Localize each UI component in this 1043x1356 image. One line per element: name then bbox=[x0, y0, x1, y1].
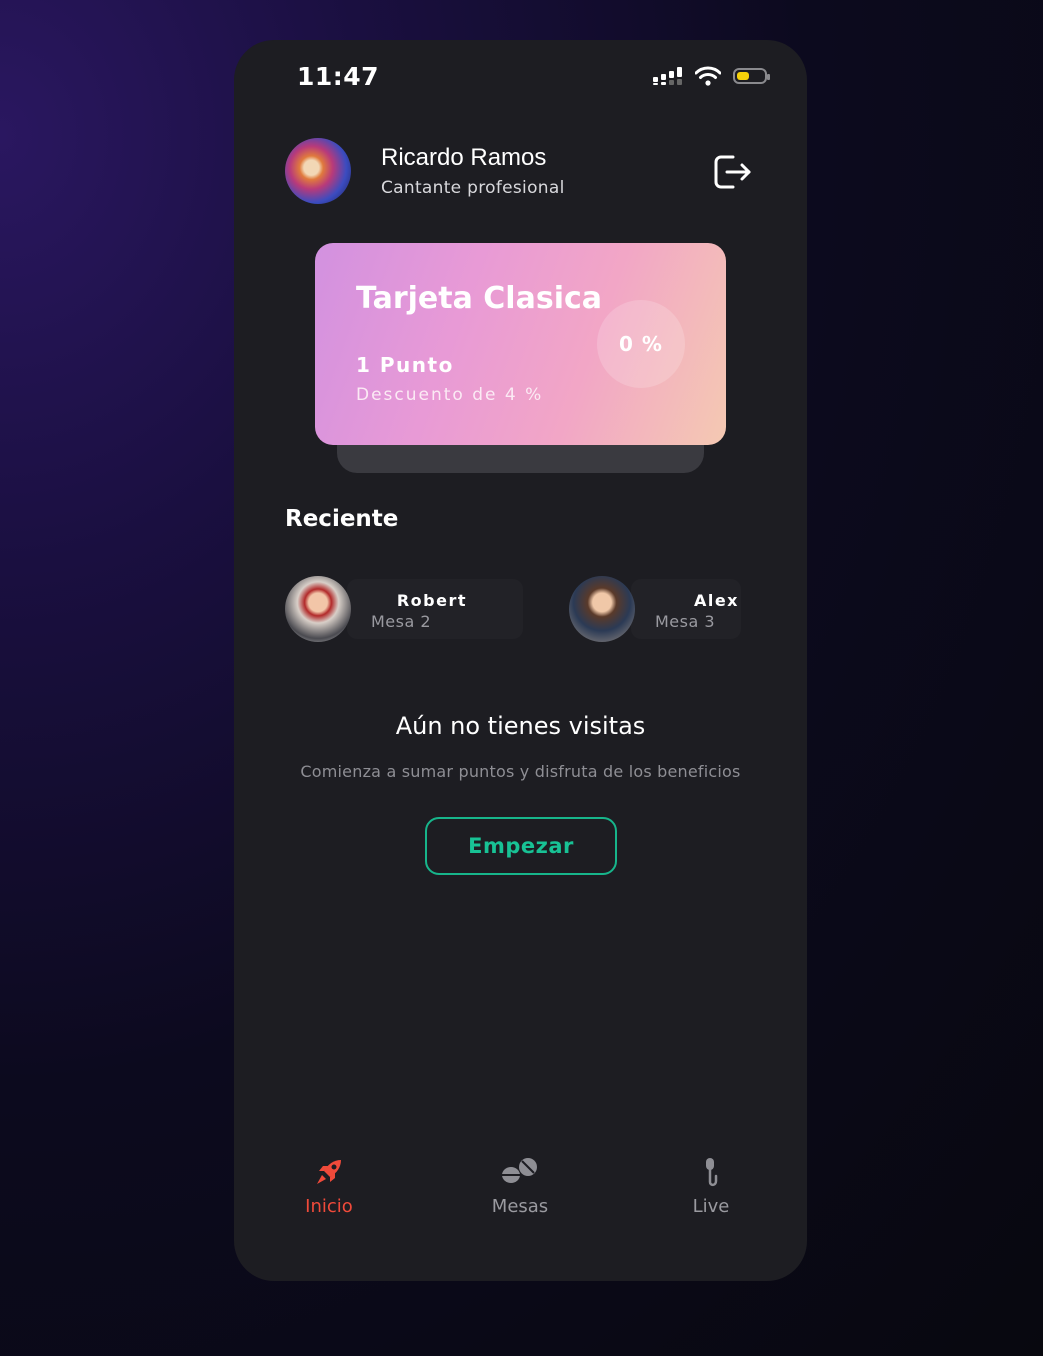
signal-icon bbox=[653, 67, 682, 85]
tab-inicio[interactable]: Inicio bbox=[269, 1156, 389, 1217]
avatar bbox=[285, 576, 351, 642]
phone-screen: 11:47 Ricardo Ramos Cantante profesional bbox=[234, 40, 807, 1281]
recent-title: Reciente bbox=[285, 506, 399, 532]
status-icons bbox=[653, 66, 770, 86]
recent-name: Robert bbox=[396, 591, 467, 610]
card-progress: 0 % bbox=[597, 300, 685, 388]
tab-mesas[interactable]: Mesas bbox=[460, 1156, 580, 1217]
status-time: 11:47 bbox=[297, 62, 380, 91]
avatar[interactable] bbox=[285, 138, 351, 204]
start-button[interactable]: Empezar bbox=[425, 817, 617, 875]
tab-label: Live bbox=[692, 1196, 730, 1217]
recent-item-robert[interactable]: Robert Mesa 2 bbox=[285, 576, 523, 642]
recent-item-alex[interactable]: Alex Mesa 3 bbox=[569, 576, 741, 642]
tab-live[interactable]: Live bbox=[651, 1156, 771, 1217]
loyalty-card[interactable]: Tarjeta Clasica 1 Punto Descuento de 4 %… bbox=[315, 243, 726, 445]
profile-header: Ricardo Ramos Cantante profesional bbox=[285, 138, 565, 204]
recent-name: Alex bbox=[693, 591, 739, 610]
logout-icon[interactable] bbox=[713, 154, 753, 190]
profile-role: Cantante profesional bbox=[381, 178, 565, 198]
empty-state-subtitle: Comienza a sumar puntos y disfruta de lo… bbox=[300, 762, 741, 781]
tab-label: Mesas bbox=[491, 1196, 549, 1217]
battery-icon bbox=[733, 68, 770, 84]
card-title: Tarjeta Clasica bbox=[356, 281, 603, 316]
rocket-icon bbox=[317, 1160, 341, 1184]
recent-table: Mesa 2 bbox=[371, 612, 432, 631]
tab-bar: Inicio Mesas Live bbox=[234, 1156, 807, 1226]
wifi-icon bbox=[695, 66, 721, 86]
card-discount: Descuento de 4 % bbox=[356, 385, 544, 405]
recent-item-card: Robert Mesa 2 bbox=[347, 579, 523, 639]
empty-state-title: Aún no tienes visitas bbox=[395, 712, 646, 740]
recent-table: Mesa 3 bbox=[655, 612, 716, 631]
avatar bbox=[569, 576, 635, 642]
profile-name: Ricardo Ramos bbox=[381, 144, 547, 171]
recent-item-card: Alex Mesa 3 bbox=[631, 579, 741, 639]
tables-icon bbox=[502, 1158, 537, 1183]
microphone-icon bbox=[706, 1158, 718, 1187]
card-points: 1 Punto bbox=[356, 353, 454, 377]
tab-label: Inicio bbox=[305, 1196, 353, 1217]
